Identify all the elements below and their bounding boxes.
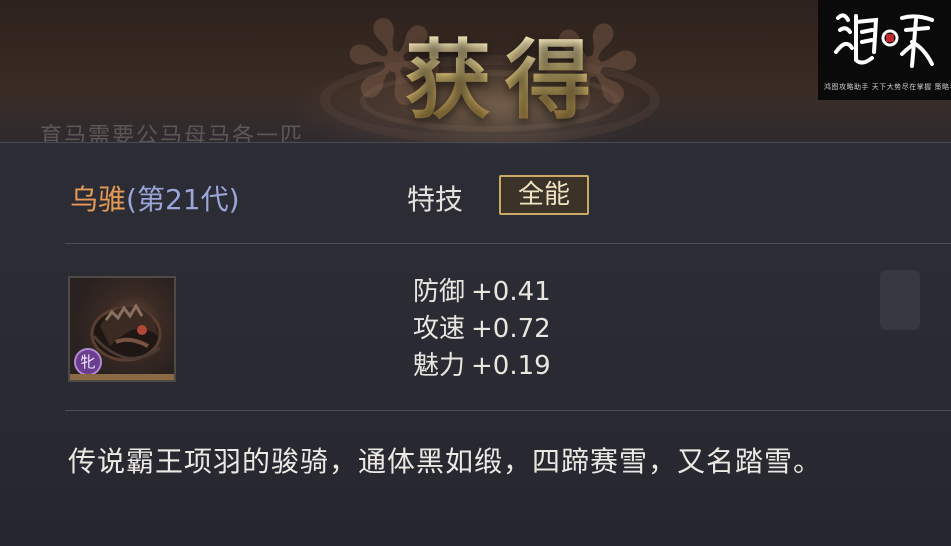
game-screen: 育马需要公马母马各一匹 ✻ ✻ 获得 乌骓(第21代) 特技 全能 牝 防御+0… [0, 0, 951, 546]
horse-generation-label: (第21代) [126, 183, 240, 216]
stats-list: 防御 +0.41 攻速 +0.72 魅力 +0.19 [413, 274, 551, 385]
stat-row-attack-speed: 攻速 +0.72 [413, 311, 551, 348]
item-rarity-bar [70, 374, 174, 380]
horse-name-label: 乌骓 [70, 183, 127, 216]
stat-label: 防御 [413, 277, 466, 307]
divider [65, 410, 951, 411]
calligraphy-logo-icon [834, 13, 934, 68]
stat-value: +0.19 [471, 351, 551, 381]
divider [65, 243, 951, 244]
watermark-logo: 鸿图攻略助手 天下大势尽在掌握 策略手游 [818, 0, 951, 100]
watermark-tagline: 鸿图攻略助手 天下大势尽在掌握 策略手游 [824, 83, 951, 91]
horse-item-slot[interactable]: 牝 [68, 276, 176, 382]
side-handle [880, 270, 920, 330]
stat-label: 魅力 [413, 351, 466, 381]
stat-row-charm: 魅力 +0.19 [413, 348, 551, 385]
tier-badge: 牝 [74, 348, 102, 376]
skill-label: 特技 [407, 183, 464, 216]
stat-value: +0.41 [471, 277, 551, 307]
horse-description: 传说霸王项羽的骏骑，通体黑如缎，四蹄赛雪，又名踏雪。 [68, 445, 823, 478]
popup-title: 获得 [385, 33, 625, 129]
stat-label: 攻速 [413, 314, 466, 344]
stat-row-defense: 防御 +0.41 [413, 274, 551, 311]
stat-value: +0.72 [471, 314, 551, 344]
horse-name: 乌骓(第21代) [70, 178, 240, 218]
skill-badge: 全能 [499, 175, 589, 215]
